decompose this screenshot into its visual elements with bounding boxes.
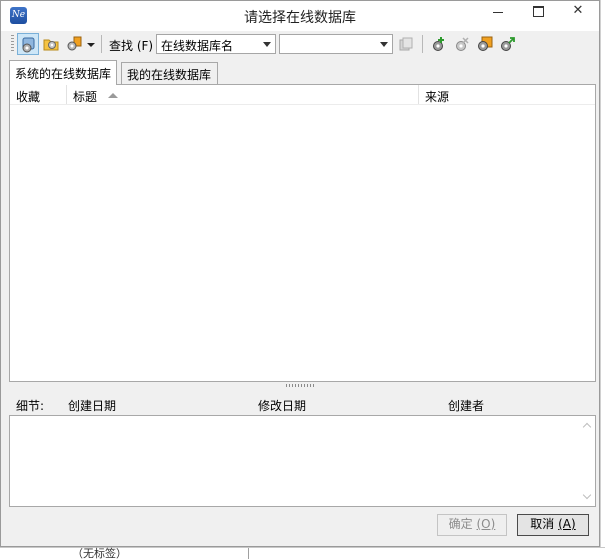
search-text-combo[interactable]: [279, 34, 393, 54]
database-gear-icon: [22, 37, 35, 53]
find-label: 查找 (F): [109, 39, 154, 53]
open-database-button[interactable]: [40, 33, 62, 55]
edit-database-button[interactable]: [474, 33, 496, 55]
details-textarea[interactable]: [9, 415, 596, 507]
settings-dropdown-button[interactable]: [63, 33, 97, 55]
edit-gear-icon: [478, 36, 493, 51]
add-database-button[interactable]: [428, 33, 450, 55]
toolbar-divider: [422, 35, 423, 53]
background-window-bottom: （无标签）: [0, 547, 605, 559]
export-database-button[interactable]: [497, 33, 519, 55]
search-button[interactable]: [395, 33, 417, 55]
minimize-button[interactable]: [483, 1, 513, 23]
delete-gear-icon: [456, 37, 469, 51]
search-pages-icon: [399, 37, 413, 51]
chevron-down-icon: [380, 42, 388, 47]
toolbar: 查找 (F) 在线数据库名: [10, 32, 600, 56]
title-bar[interactable]: Ne 请选择在线数据库 ✕: [1, 1, 599, 31]
folder-gear-icon: [43, 39, 59, 51]
ok-button[interactable]: 确定 (O): [437, 514, 507, 536]
remove-database-button[interactable]: [451, 33, 473, 55]
cancel-button-label: 取消: [530, 517, 559, 531]
sort-ascending-icon: [108, 93, 118, 98]
scroll-up-icon[interactable]: [582, 422, 594, 432]
header-divider: [10, 104, 595, 105]
chevron-down-icon: [263, 42, 271, 47]
splitter-handle[interactable]: [286, 384, 314, 387]
column-header-favorite[interactable]: 收藏: [10, 85, 67, 105]
tab-my-databases[interactable]: 我的在线数据库: [121, 62, 218, 84]
database-connect-button[interactable]: [17, 33, 39, 55]
cancel-button[interactable]: 取消 (A): [517, 514, 589, 536]
cancel-button-key: (A): [558, 517, 576, 531]
ok-button-key: (O): [476, 517, 496, 531]
maximize-button[interactable]: [523, 1, 553, 23]
dialog-window: Ne 请选择在线数据库 ✕ 查找 (F) 在线数据库名 系统的在线数据库 我的在…: [0, 0, 600, 547]
tab-system-databases[interactable]: 系统的在线数据库: [9, 60, 118, 85]
background-divider: [248, 548, 249, 559]
ok-button-label: 确定: [448, 517, 477, 531]
toolbar-grip[interactable]: [11, 35, 14, 53]
details-label: 细节:: [16, 399, 45, 413]
column-header-title[interactable]: 标题: [67, 85, 419, 105]
scroll-down-icon[interactable]: [582, 492, 594, 502]
close-button[interactable]: ✕: [563, 1, 593, 23]
chevron-down-icon: [87, 43, 95, 47]
modified-date-label: 修改日期: [258, 399, 307, 413]
database-list[interactable]: 收藏 标题 来源: [9, 84, 596, 382]
search-field-select[interactable]: 在线数据库名: [156, 34, 276, 54]
background-window-edge: [600, 0, 605, 558]
toolbar-divider: [101, 35, 102, 53]
creator-label: 创建者: [448, 399, 485, 413]
gear-settings-icon: [67, 36, 82, 51]
search-field-value: 在线数据库名: [161, 39, 234, 53]
column-header-source[interactable]: 来源: [419, 85, 595, 105]
created-date-label: 创建日期: [68, 399, 117, 413]
add-gear-icon: [433, 37, 444, 51]
export-gear-icon: [501, 37, 515, 51]
